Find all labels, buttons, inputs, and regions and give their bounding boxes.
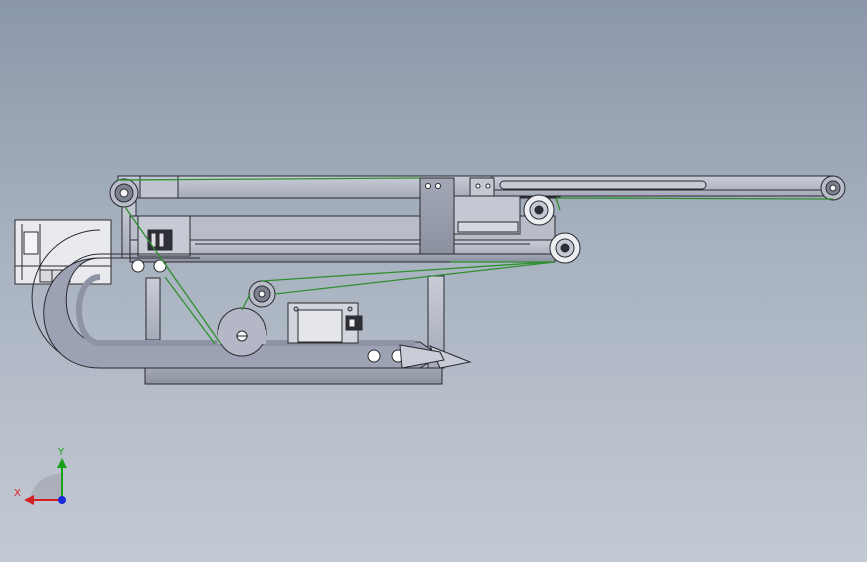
telescopic-arm xyxy=(472,175,833,198)
assembly-drawing: Y X xyxy=(14,175,846,505)
idler-pulley-left-top xyxy=(109,178,139,208)
y-axis-label: Y xyxy=(57,447,65,458)
drive-pulley xyxy=(217,307,267,357)
chain-pivot xyxy=(367,349,381,363)
idler-pulley-upper xyxy=(523,194,555,226)
base-plate xyxy=(144,367,443,385)
chain-pivot xyxy=(153,259,167,273)
orientation-triad: Y X xyxy=(14,447,67,505)
x-axis-label: X xyxy=(14,488,21,499)
idler-pulley-right-top xyxy=(820,175,846,201)
cad-viewport[interactable]: Y X xyxy=(0,0,867,562)
left-post xyxy=(145,277,161,341)
chain-pivot xyxy=(131,259,145,273)
slider-plate xyxy=(419,177,455,255)
idler-pulley-lower xyxy=(549,232,581,264)
lower-guide-rail xyxy=(129,239,556,263)
stepper-motor xyxy=(287,302,363,344)
idler-pulley-mid xyxy=(248,280,276,308)
